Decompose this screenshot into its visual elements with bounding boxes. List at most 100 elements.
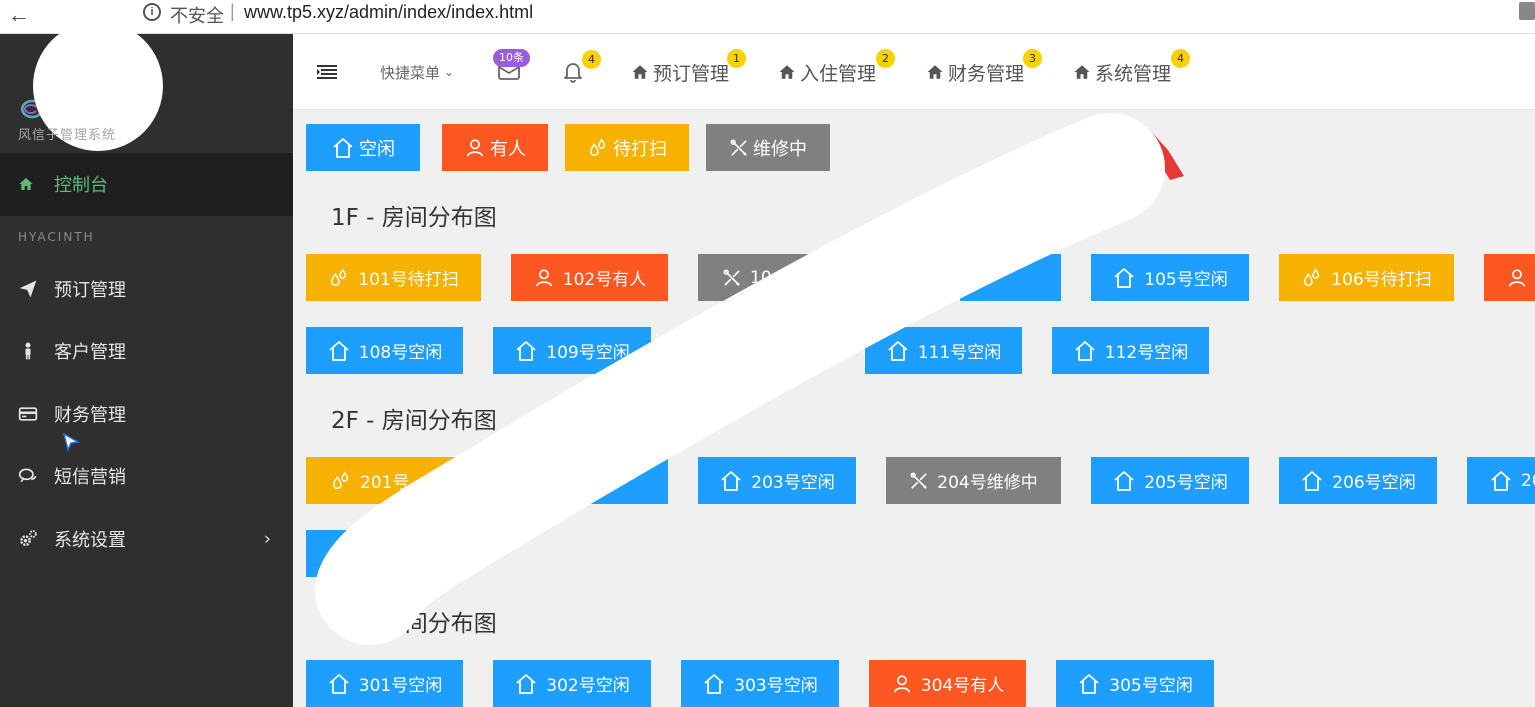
room-button[interactable]: 112号空闲	[1052, 327, 1209, 374]
room-button[interactable]: 302号空闲	[493, 660, 651, 707]
info-icon[interactable]: i	[143, 3, 161, 21]
room-button[interactable]: 206号空闲	[1279, 457, 1437, 504]
room-button[interactable]: 108号空闲	[306, 327, 463, 374]
water-drops-icon	[330, 470, 352, 492]
sidebar-item-finance[interactable]: 财务管理	[0, 386, 293, 442]
header-nav-system[interactable]: 系统管理	[1073, 34, 1171, 110]
water-drops-icon	[1301, 267, 1323, 289]
house-icon	[1073, 339, 1097, 363]
house-icon	[1489, 469, 1513, 493]
nav-badge: 1	[727, 49, 746, 68]
gears-icon	[20, 530, 37, 547]
mouse-cursor-icon	[62, 432, 80, 452]
room-button[interactable]: 303号空闲	[681, 660, 839, 707]
house-icon	[328, 542, 352, 566]
room-label: 305号空闲	[1109, 676, 1193, 696]
mail-badge: 10条	[493, 49, 530, 67]
room-button[interactable]: 111号空闲	[865, 327, 1022, 374]
room-label: 303号空闲	[734, 676, 818, 696]
house-icon	[1300, 469, 1324, 493]
bell-badge: 4	[582, 50, 601, 69]
house-icon	[331, 136, 355, 160]
sidebar-section-title: HYACINTH	[18, 230, 95, 244]
room-button[interactable]	[960, 254, 1061, 301]
header-nav-finance[interactable]: 财务管理	[926, 34, 1024, 110]
address-separator: |	[230, 1, 235, 21]
bell-icon[interactable]	[563, 34, 583, 110]
legend-clean-button[interactable]: 待打扫	[565, 124, 689, 171]
floor-title: 3F - 房间分布图	[331, 611, 497, 637]
room-button[interactable]: 106号待打扫	[1279, 254, 1454, 301]
room-label: 102号有人	[562, 270, 647, 290]
tools-icon	[909, 471, 929, 491]
sidebar-item-label: 系统设置	[54, 530, 126, 551]
brand-name: 风信子管理系统	[18, 128, 117, 143]
sidebar-item-customers[interactable]: 客户管理	[0, 323, 293, 379]
house-icon	[1112, 469, 1136, 493]
legend-free-button[interactable]: 空闲	[306, 124, 420, 171]
quick-menu-label: 快捷菜单	[380, 63, 441, 82]
room-button[interactable]: 301号空闲	[306, 660, 463, 707]
room-button[interactable]: 10	[698, 254, 873, 301]
room-button[interactable]: 203号空闲	[698, 457, 856, 504]
room-button[interactable]: 101号待打扫	[306, 254, 481, 301]
room-button[interactable]	[511, 457, 668, 504]
house-icon	[702, 672, 726, 696]
legend-busy-button[interactable]: 有人	[442, 124, 548, 171]
chevron-down-icon: ⌄	[444, 65, 455, 79]
sidebar-item-booking[interactable]: 预订管理	[0, 261, 293, 317]
room-button[interactable]: 305号空闲	[1056, 660, 1214, 707]
header-nav-booking[interactable]: 预订管理	[631, 34, 729, 110]
room-button[interactable]	[1484, 254, 1535, 301]
header-nav-label: 系统管理	[1095, 62, 1172, 85]
room-label: 203号空闲	[751, 473, 835, 493]
legend-fix-button[interactable]: 维修中	[706, 124, 830, 171]
sidebar-item-sms[interactable]: 短信营销	[0, 448, 293, 504]
floor-title: 2F - 房间分布图	[331, 408, 497, 434]
url-field[interactable]: www.tp5.xyz/admin/index/index.html	[244, 2, 533, 23]
house-icon	[514, 339, 538, 363]
legend-label: 待打扫	[613, 138, 667, 160]
insecure-label: 不安全	[170, 6, 224, 26]
room-button[interactable]	[306, 530, 463, 577]
credit-card-icon	[18, 407, 38, 421]
room-button[interactable]: 20	[1467, 457, 1535, 504]
room-button[interactable]: 304号有人	[869, 660, 1026, 707]
house-icon	[886, 339, 910, 363]
sidebar-item-dashboard[interactable]: 控制台	[0, 156, 293, 212]
home-icon	[18, 176, 34, 192]
header-nav-label: 入住管理	[800, 62, 877, 85]
translate-extension-icon[interactable]	[1519, 2, 1535, 20]
room-button[interactable]: 201号	[306, 457, 481, 504]
home-icon	[631, 63, 649, 81]
menu-toggle-icon[interactable]	[317, 34, 337, 110]
mail-icon[interactable]	[498, 34, 520, 110]
room-label: 105号空闲	[1144, 270, 1228, 290]
quick-menu-dropdown[interactable]: 快捷菜单 ⌄	[380, 34, 454, 110]
room-label: 112号空闲	[1104, 343, 1189, 363]
nav-badge: 2	[876, 49, 895, 68]
house-icon	[1077, 672, 1101, 696]
water-drops-icon	[587, 137, 609, 159]
room-button[interactable]: 102号有人	[511, 254, 668, 301]
room-button[interactable]: 109号空闲	[493, 327, 651, 374]
room-button[interactable]: 204号维修中	[886, 457, 1061, 504]
back-arrow-icon[interactable]: ←	[8, 2, 30, 28]
house-icon	[327, 339, 351, 363]
sidebar-item-label: 预订管理	[54, 280, 126, 301]
header-nav-checkin[interactable]: 入住管理	[778, 34, 876, 110]
room-label: 106号待打扫	[1331, 270, 1432, 290]
room-label: 20	[1521, 470, 1535, 491]
room-label: 204号维修中	[937, 473, 1038, 493]
room-button[interactable]: 105号空闲	[1091, 254, 1249, 301]
paper-plane-icon	[19, 280, 37, 298]
house-icon	[719, 469, 743, 493]
sidebar-item-label: 客户管理	[54, 342, 126, 363]
home-icon	[778, 63, 796, 81]
nav-badge: 3	[1023, 49, 1042, 68]
sidebar-item-settings[interactable]: 系统设置 ›	[0, 511, 293, 567]
room-button[interactable]: 205号空闲	[1091, 457, 1249, 504]
room-label: 109号空闲	[546, 343, 630, 363]
room-label: 205号空闲	[1144, 473, 1228, 493]
house-icon	[327, 672, 351, 696]
